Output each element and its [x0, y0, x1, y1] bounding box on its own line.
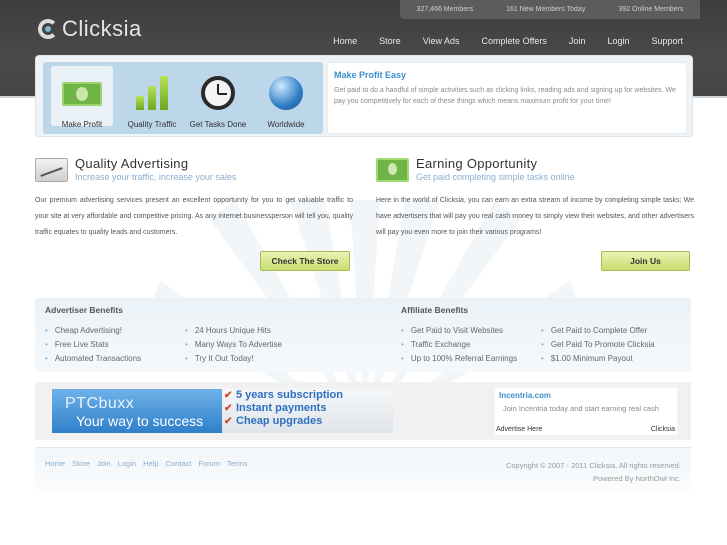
nav-home[interactable]: Home [333, 36, 357, 46]
chart-icon [35, 158, 68, 182]
section-subtitle: Increase your traffic, increase your sal… [75, 172, 237, 182]
footer-link-forum[interactable]: Forum [198, 459, 220, 468]
affiliate-benefits-list-2: Get Paid to Complete Offer Get Paid To P… [541, 326, 655, 368]
feature-tabs: Make Profit Quality Traffic Get Tasks Do… [43, 62, 323, 134]
site-logo[interactable]: Clicksia [38, 16, 142, 42]
footer-link-contact[interactable]: Contact [166, 459, 192, 468]
affiliate-benefits-list-1: Get Paid to Visit Websites Traffic Excha… [401, 326, 517, 368]
list-item: Free Live Stats [45, 340, 141, 354]
feature-tab-quality-traffic[interactable]: Quality Traffic [121, 66, 183, 129]
section-body: Here in the world of Clicksia, you can e… [376, 197, 694, 236]
banner-tagline: Your way to success [76, 413, 204, 429]
footer-link-terms[interactable]: Terms [227, 459, 247, 468]
stat-members: 327,466 Members [416, 6, 473, 13]
ads-row: PTCbuxx Your way to success 5 years subs… [35, 382, 691, 440]
feature-tab-label: Get Tasks Done [189, 120, 247, 129]
advertiser-benefits-list-2: 24 Hours Unique Hits Many Ways To Advert… [185, 326, 282, 368]
list-item: Get Paid To Promote Clicksia [541, 340, 655, 354]
banner-point: Instant payments [222, 402, 393, 415]
banner-points: 5 years subscription Instant payments Ch… [222, 389, 393, 433]
list-item: Many Ways To Advertise [185, 340, 282, 354]
text-ad-description: Join Incentria today and start earning r… [503, 404, 659, 413]
stat-online-members: 392 Online Members [618, 6, 684, 13]
nav-view-ads[interactable]: View Ads [423, 36, 460, 46]
footer-link-home[interactable]: Home [45, 459, 65, 468]
copyright: Copyright © 2007 - 2011 Clicksia, All ri… [506, 459, 681, 485]
logo-text: Clicksia [62, 16, 142, 41]
main-nav: Home Store View Ads Complete Offers Join… [311, 36, 683, 46]
feature-box: Make Profit Quality Traffic Get Tasks Do… [35, 55, 693, 137]
footer-link-store[interactable]: Store [72, 459, 90, 468]
section-subtitle: Get paid completing simple tasks online [416, 172, 575, 182]
feature-tab-label: Worldwide [267, 120, 305, 129]
powered-by: Powered By NorthOwl Inc. [593, 474, 681, 483]
clock-icon [201, 76, 235, 110]
list-item: Get Paid to Visit Websites [401, 326, 517, 340]
advertiser-benefits-title: Advertiser Benefits [45, 305, 123, 315]
feature-tab-label: Quality Traffic [127, 120, 177, 129]
nav-login[interactable]: Login [607, 36, 629, 46]
stat-new-members: 161 New Members Today [506, 6, 586, 13]
money-icon [62, 82, 102, 106]
nav-support[interactable]: Support [651, 36, 683, 46]
list-item: Traffic Exchange [401, 340, 517, 354]
quality-advertising-section: Quality Advertising Increase your traffi… [35, 156, 353, 241]
advertise-here-link[interactable]: Advertise Here [496, 426, 542, 433]
feature-description: Make Profit Easy Get paid to do a handfu… [327, 62, 687, 134]
footer-link-login[interactable]: Login [118, 459, 136, 468]
list-item: Cheap Advertising! [45, 326, 141, 340]
feature-tab-worldwide[interactable]: Worldwide [255, 66, 317, 129]
section-title: Earning Opportunity [416, 156, 538, 171]
footer-link-join[interactable]: Join [97, 459, 111, 468]
feature-tab-get-tasks-done[interactable]: Get Tasks Done [187, 66, 249, 129]
nav-join[interactable]: Join [569, 36, 586, 46]
money-icon [376, 158, 409, 182]
feature-tab-label: Make Profit [61, 120, 103, 129]
copyright-text: Copyright © 2007 - 2011 Clicksia, All ri… [505, 461, 681, 470]
advertiser-benefits-list-1: Cheap Advertising! Free Live Stats Autom… [45, 326, 141, 368]
banner-point: Cheap upgrades [222, 415, 393, 428]
text-ad: Incentria.com Join Incentria today and s… [495, 388, 677, 435]
nav-complete-offers[interactable]: Complete Offers [482, 36, 547, 46]
logo-icon [38, 19, 58, 39]
member-stats: 327,466 Members 161 New Members Today 39… [400, 0, 700, 19]
earning-opportunity-section: Earning Opportunity Get paid completing … [376, 156, 694, 241]
banner-point: 5 years subscription [222, 389, 393, 402]
nav-store[interactable]: Store [379, 36, 401, 46]
list-item: Get Paid to Complete Offer [541, 326, 655, 340]
list-item: Up to 100% Referral Earnings [401, 354, 517, 368]
list-item: Automated Transactions [45, 354, 141, 368]
footer-links: Home Store Join Login Help Contact Forum… [45, 459, 254, 468]
globe-icon [269, 76, 303, 110]
feature-description-title: Make Profit Easy [334, 70, 407, 80]
text-ad-title[interactable]: Incentria.com [499, 391, 551, 400]
list-item: 24 Hours Unique Hits [185, 326, 282, 340]
join-us-button[interactable]: Join Us [601, 251, 690, 271]
footer-link-help[interactable]: Help [143, 459, 158, 468]
check-store-button[interactable]: Check The Store [260, 251, 350, 271]
affiliate-benefits-title: Affiliate Benefits [401, 305, 469, 315]
benefits-box: Advertiser Benefits Cheap Advertising! F… [35, 298, 691, 372]
feature-description-text: Get paid to do a handful of simple activ… [334, 87, 676, 105]
feature-tab-make-profit[interactable]: Make Profit [51, 66, 113, 129]
ptcbuxx-banner-ad[interactable]: PTCbuxx Your way to success 5 years subs… [52, 389, 393, 433]
banner-brand: PTCbuxx [65, 395, 135, 412]
list-item: $1.00 Minimum Payout [541, 354, 655, 368]
section-title: Quality Advertising [75, 156, 189, 171]
section-body: Our premium advertising services present… [35, 197, 353, 236]
list-item: Try It Out Today! [185, 354, 282, 368]
site-footer: Home Store Join Login Help Contact Forum… [35, 447, 691, 492]
text-ad-brand[interactable]: Clicksia [651, 426, 675, 433]
bar-chart-icon [134, 76, 170, 110]
